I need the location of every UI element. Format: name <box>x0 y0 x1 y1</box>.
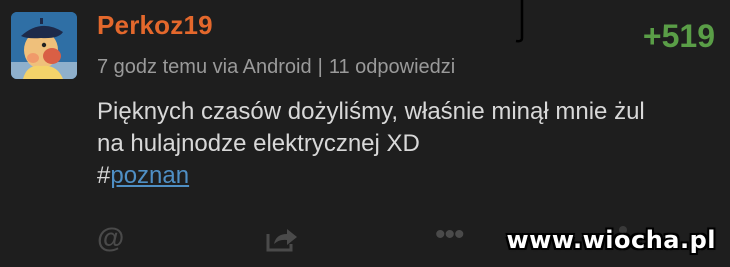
share-icon[interactable] <box>265 226 299 257</box>
post-text-line-1: Pięknych czasów dożyliśmy, właśnie minął… <box>97 98 645 125</box>
avatar[interactable] <box>11 12 77 79</box>
post-source: via Android <box>212 56 312 78</box>
author-name[interactable]: Perkoz19 <box>97 10 213 41</box>
post-text-line-2: na hulajnodze elektrycznej XD <box>97 130 420 157</box>
vote-score[interactable]: +519 <box>643 18 715 55</box>
post-body: Pięknych czasów dożyliśmy, właśnie minął… <box>97 96 697 192</box>
post-meta: 7 godz temu via Android | 11 odpowiedzi <box>97 56 455 79</box>
post-tag-line: #poznan <box>97 160 697 192</box>
tag-link[interactable]: poznan <box>110 162 189 189</box>
replies-count[interactable]: 11 odpowiedzi <box>329 56 455 78</box>
meta-separator: | <box>317 56 323 78</box>
avatar-cartoon-icon <box>11 12 77 79</box>
at-sign-icon[interactable]: @ <box>97 222 124 254</box>
hash-symbol: # <box>97 162 111 189</box>
stray-mark <box>515 0 524 43</box>
more-dots-icon[interactable]: ••• <box>435 218 464 252</box>
watermark-text: www.wiocha.pl <box>506 226 716 254</box>
entry-card: Perkoz19 7 godz temu via Android | 11 odpo… <box>0 0 730 267</box>
post-time[interactable]: 7 godz temu <box>97 56 207 78</box>
